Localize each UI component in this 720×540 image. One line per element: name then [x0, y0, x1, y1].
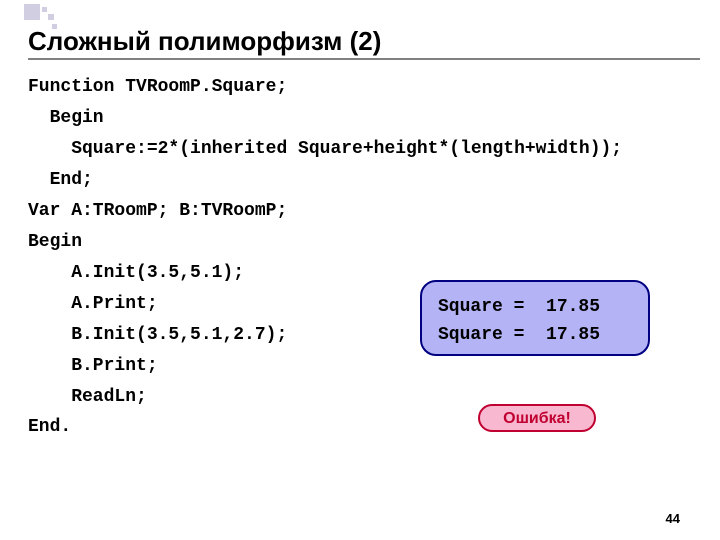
code-line: Begin: [28, 232, 82, 252]
code-line: ReadLn;: [28, 387, 147, 407]
title-rule: [28, 58, 700, 60]
code-line: A.Print;: [28, 294, 158, 314]
error-badge: Ошибка!: [478, 404, 596, 432]
code-line: Begin: [28, 108, 104, 128]
code-line: Var A:TRoomP; B:TVRoomP;: [28, 201, 287, 221]
code-line: B.Init(3.5,5.1,2.7);: [28, 325, 287, 345]
output-box: Square = 17.85 Square = 17.85: [420, 280, 650, 356]
page-number: 44: [666, 511, 680, 526]
code-line: B.Print;: [28, 356, 158, 376]
code-line: Function TVRoomP.Square;: [28, 77, 287, 97]
code-line: A.Init(3.5,5.1);: [28, 263, 244, 283]
slide-title: Сложный полиморфизм (2): [28, 26, 381, 57]
code-line: End;: [28, 170, 93, 190]
output-line: Square = 17.85: [438, 297, 600, 317]
output-line: Square = 17.85: [438, 325, 600, 345]
code-block: Function TVRoomP.Square; Begin Square:=2…: [28, 72, 700, 443]
code-line: Square:=2*(inherited Square+height*(leng…: [28, 139, 622, 159]
code-line: End.: [28, 417, 71, 437]
